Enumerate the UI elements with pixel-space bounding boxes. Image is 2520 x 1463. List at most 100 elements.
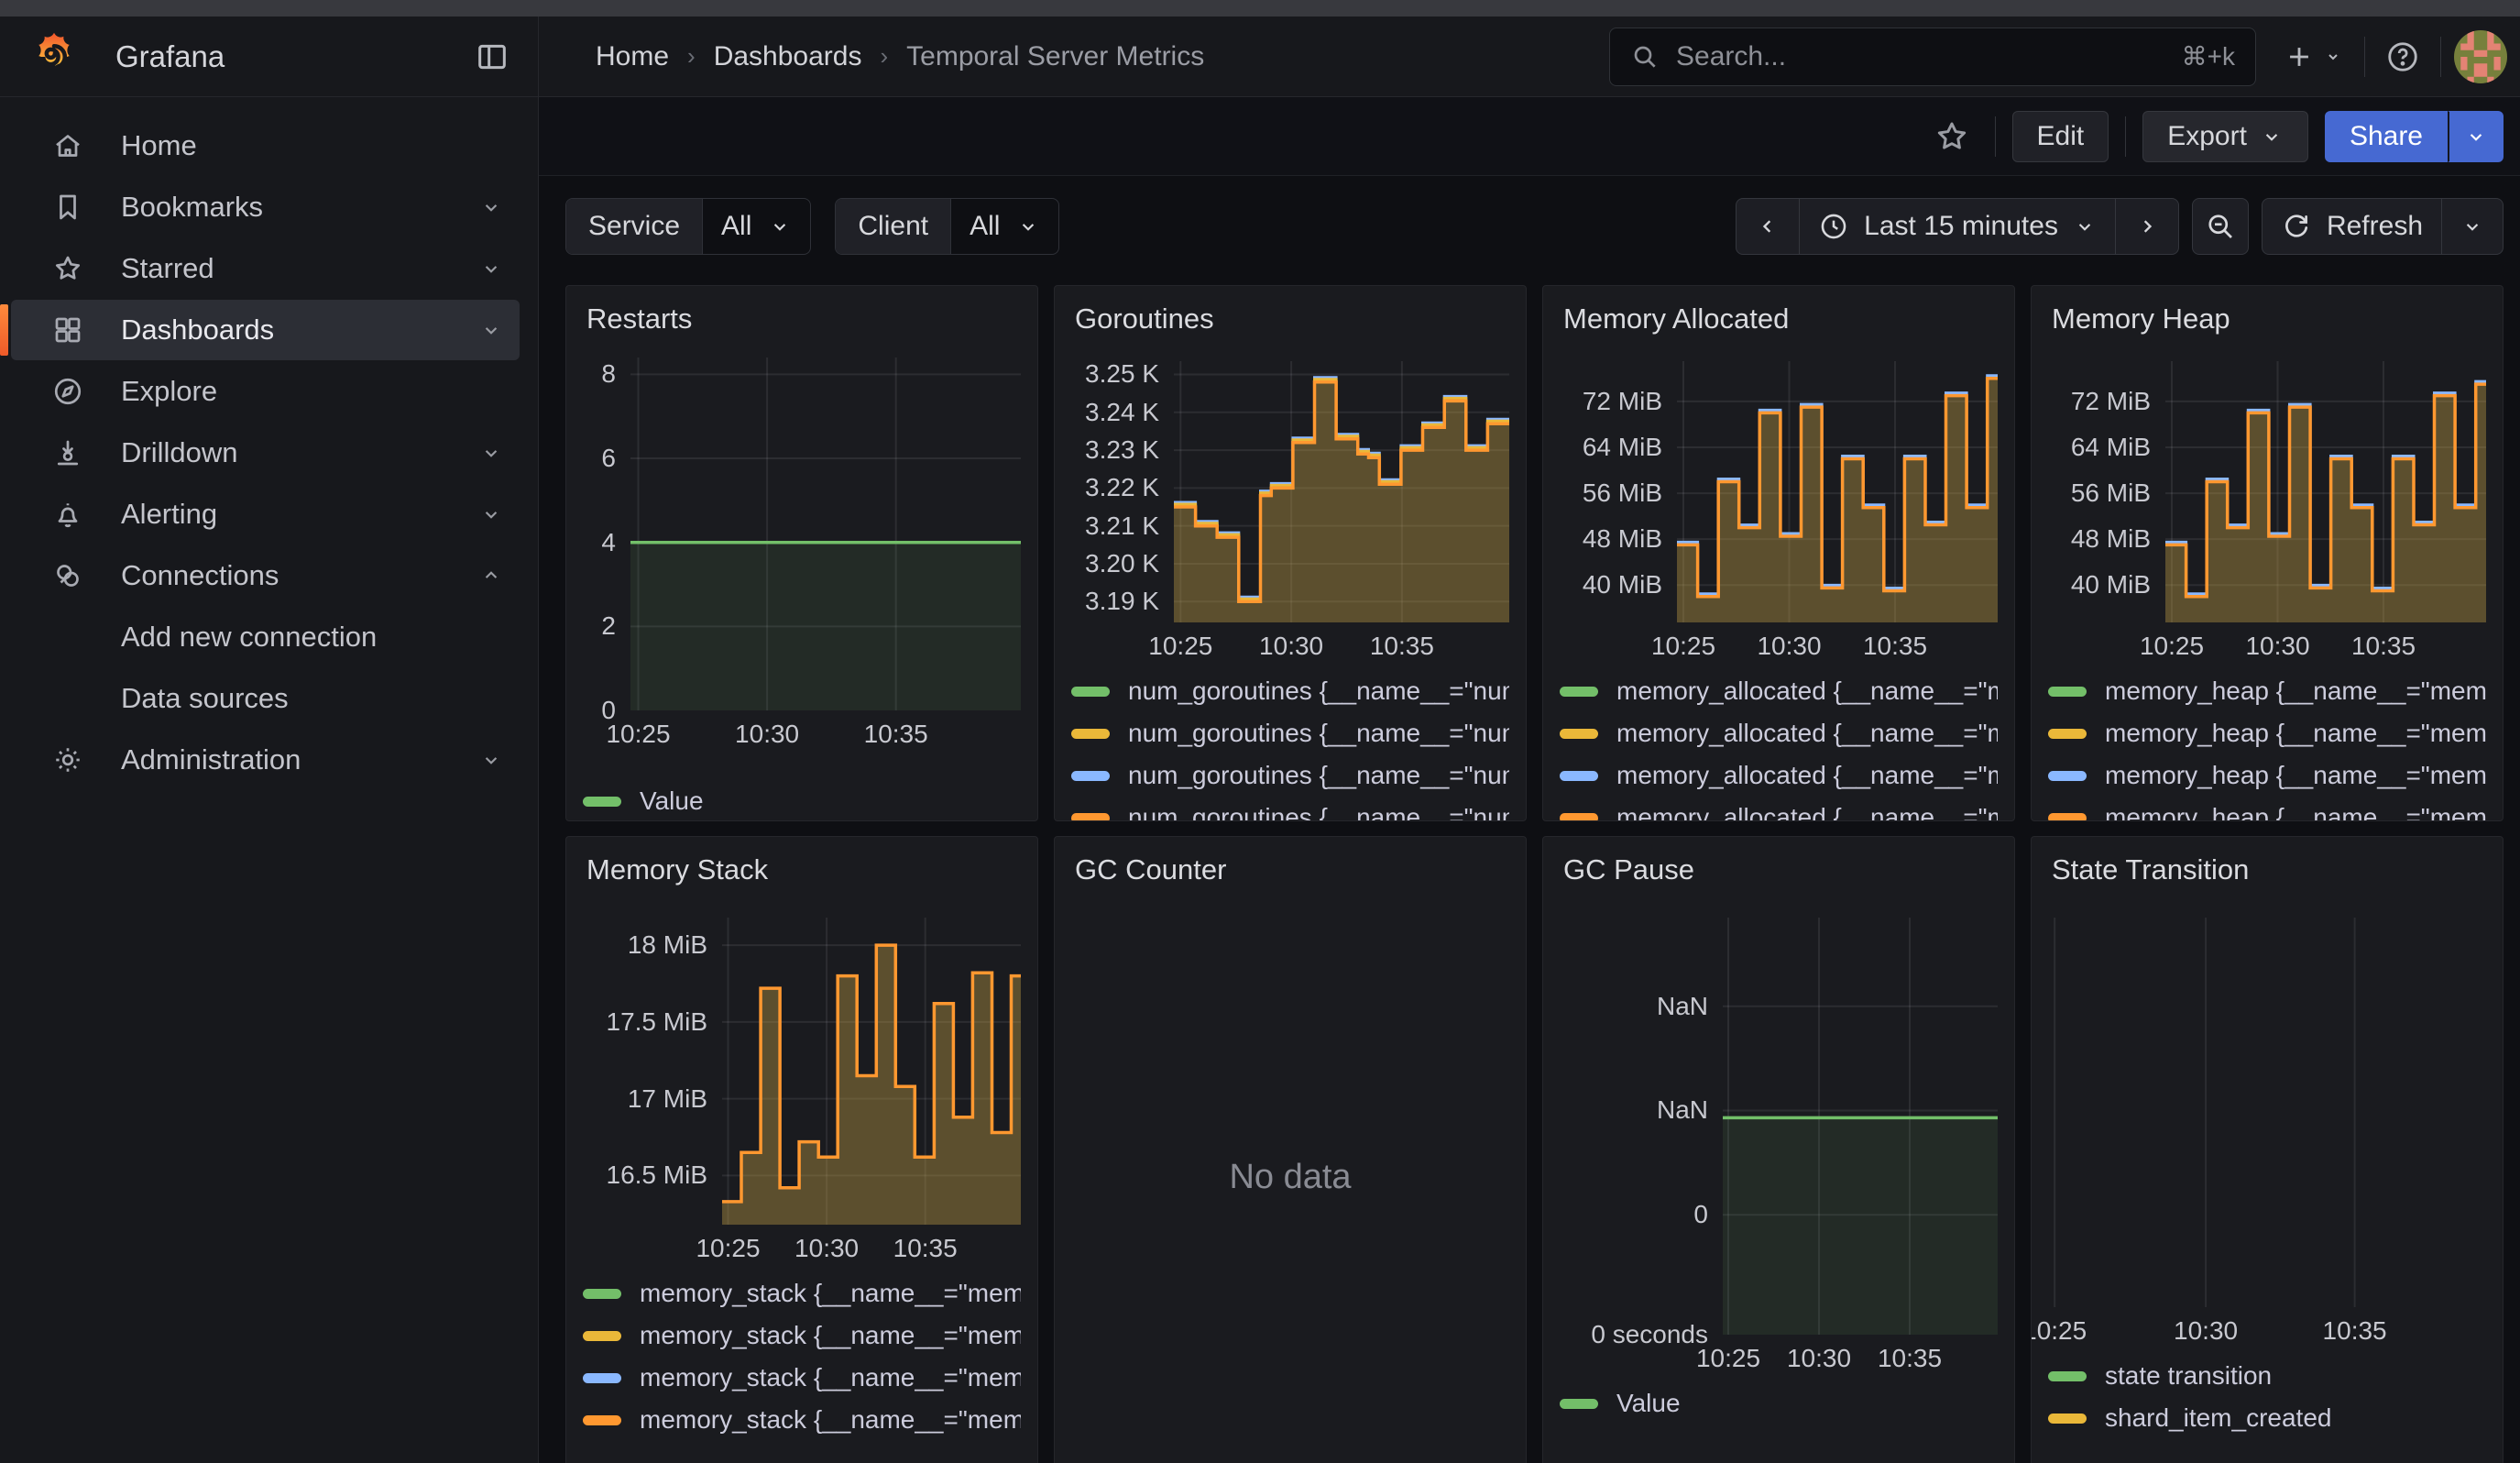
panel-title[interactable]: GC Pause xyxy=(1563,853,1998,892)
sidebar-item-explore[interactable]: Explore xyxy=(11,361,520,422)
panel-title[interactable]: Memory Heap xyxy=(2052,302,2486,336)
x-tick-label: 10:25 xyxy=(2031,1316,2087,1346)
add-new-button[interactable] xyxy=(2276,34,2351,80)
client-filter-value[interactable]: All xyxy=(950,199,1058,254)
panel-title[interactable]: Goroutines xyxy=(1075,302,1509,336)
legend-swatch xyxy=(1071,771,1110,781)
x-tick-label: 10:25 xyxy=(2140,632,2204,661)
legend-item[interactable]: state transition xyxy=(2048,1361,2486,1391)
panel-title[interactable]: Memory Allocated xyxy=(1563,302,1998,336)
window-top-strip xyxy=(0,0,2520,16)
service-filter-label: Service xyxy=(566,199,702,254)
legend-item[interactable]: memory_heap {__name__="memory_h xyxy=(2048,719,2486,748)
legend-item[interactable]: memory_allocated {__name__="memo xyxy=(1560,803,1998,821)
sidebar-item-alerting[interactable]: Alerting xyxy=(11,484,520,544)
time-range-picker[interactable]: Last 15 minutes xyxy=(1800,199,2116,254)
panel-title[interactable]: Memory Stack xyxy=(586,853,1021,892)
plot-area[interactable] xyxy=(1174,361,1509,622)
home-icon xyxy=(51,129,84,162)
panel-title[interactable]: GC Counter xyxy=(1075,853,1509,892)
legend-swatch xyxy=(583,797,621,807)
edit-button[interactable]: Edit xyxy=(2012,111,2109,162)
legend-label: memory_allocated {__name__="memo xyxy=(1616,719,1998,748)
help-button[interactable] xyxy=(2378,32,2427,82)
sidebar-toggle-icon xyxy=(474,38,510,75)
panel-goroutines: Goroutines 3.25 K3.24 K3.23 K3.22 K3.21 … xyxy=(1054,285,1527,821)
legend-item[interactable]: memory_allocated {__name__="memo xyxy=(1560,676,1998,706)
sidebar-item-data-sources[interactable]: Data sources xyxy=(11,668,520,729)
y-tick-label: 3.19 K xyxy=(1085,587,1159,616)
sidebar-item-administration[interactable]: Administration xyxy=(11,730,520,790)
legend-item[interactable]: num_goroutines {__name__="num_go xyxy=(1071,676,1509,706)
legend-item[interactable]: num_goroutines {__name__="num_go xyxy=(1071,803,1509,821)
share-dropdown-button[interactable] xyxy=(2448,111,2504,162)
divider xyxy=(2125,116,2126,157)
gc-pause-chart: NaNNaN00 seconds10:2510:3010:35 xyxy=(1560,918,1998,1376)
plot-area[interactable] xyxy=(2165,361,2486,622)
avatar[interactable] xyxy=(2454,30,2507,83)
legend-label: memory_heap {__name__="memory_h xyxy=(2105,761,2486,790)
y-tick-label: 6 xyxy=(601,444,616,473)
sidebar-item-starred[interactable]: Starred xyxy=(11,238,520,299)
plot-area[interactable] xyxy=(722,918,1021,1225)
plot-area[interactable] xyxy=(1723,918,1998,1335)
y-axis-labels: 72 MiB64 MiB56 MiB48 MiB40 MiB xyxy=(1560,361,1677,622)
sidebar-item-connections[interactable]: Connections xyxy=(11,545,520,606)
search-input[interactable] xyxy=(1674,40,2167,73)
panel-title[interactable]: State Transition xyxy=(2052,853,2486,892)
compass-icon xyxy=(51,375,84,408)
sidebar-item-drilldown[interactable]: Drilldown xyxy=(11,423,520,483)
refresh-button[interactable]: Refresh xyxy=(2263,199,2442,254)
sidebar-item-home[interactable]: Home xyxy=(11,116,520,176)
sidebar-toggle-button[interactable] xyxy=(466,31,518,82)
help-icon xyxy=(2385,39,2420,74)
legend-item[interactable]: memory_stack {__name__="memory_s xyxy=(583,1279,1021,1308)
plot-area[interactable] xyxy=(2048,918,2486,1307)
y-tick-label: 16.5 MiB xyxy=(607,1160,708,1190)
legend-label: memory_stack {__name__="memory_s xyxy=(640,1321,1021,1350)
grafana-logo-icon xyxy=(27,30,81,83)
legend-item[interactable]: num_goroutines {__name__="num_go xyxy=(1071,761,1509,790)
y-tick-label: 72 MiB xyxy=(2071,387,2151,416)
refresh-interval-button[interactable] xyxy=(2442,199,2503,254)
time-shift-back-button[interactable] xyxy=(1737,199,1800,254)
legend-item[interactable]: shard_item_created xyxy=(2048,1403,2486,1433)
legend-item[interactable]: Value xyxy=(1560,1389,1998,1418)
legend-item[interactable]: Value xyxy=(583,786,1021,816)
goroutines-chart: 3.25 K3.24 K3.23 K3.22 K3.21 K3.20 K3.19… xyxy=(1071,361,1509,664)
plot-area[interactable] xyxy=(1677,361,1998,622)
sidebar-item-add-new-connection[interactable]: Add new connection xyxy=(11,607,520,667)
chevron-down-icon xyxy=(479,318,503,342)
time-zoom-out-button[interactable] xyxy=(2192,198,2249,255)
breadcrumb-dashboards[interactable]: Dashboards xyxy=(714,41,862,72)
sidebar-item-label: Bookmarks xyxy=(121,191,263,224)
panel-title[interactable]: Restarts xyxy=(586,302,1021,336)
chevron-down-icon xyxy=(479,502,503,526)
x-tick-label: 10:30 xyxy=(1259,632,1323,661)
time-shift-forward-button[interactable] xyxy=(2116,199,2178,254)
legend-item[interactable]: memory_stack {__name__="memory_s xyxy=(583,1405,1021,1435)
service-filter[interactable]: Service All xyxy=(565,198,811,255)
sidebar-item-bookmarks[interactable]: Bookmarks xyxy=(11,177,520,237)
legend-item[interactable]: num_goroutines {__name__="num_go xyxy=(1071,719,1509,748)
legend-item[interactable]: memory_heap {__name__="memory_h xyxy=(2048,676,2486,706)
legend-item[interactable]: memory_heap {__name__="memory_h xyxy=(2048,761,2486,790)
legend-item[interactable]: memory_stack {__name__="memory_s xyxy=(583,1363,1021,1392)
legend-item[interactable]: memory_allocated {__name__="memo xyxy=(1560,719,1998,748)
breadcrumb-home[interactable]: Home xyxy=(596,41,669,72)
legend-item[interactable]: memory_heap {__name__="memory_h xyxy=(2048,803,2486,821)
share-button[interactable]: Share xyxy=(2325,111,2448,162)
top-nav: Grafana Home › Dashboards › Temporal Ser… xyxy=(0,16,2520,97)
service-filter-value[interactable]: All xyxy=(702,199,810,254)
plot-area[interactable] xyxy=(630,358,1021,710)
favorite-button[interactable] xyxy=(1925,110,1978,163)
search-box[interactable]: ⌘+k xyxy=(1609,28,2256,86)
y-tick-label: 2 xyxy=(601,611,616,641)
legend-item[interactable]: memory_stack {__name__="memory_s xyxy=(583,1321,1021,1350)
export-button[interactable]: Export xyxy=(2142,111,2308,162)
client-filter[interactable]: Client All xyxy=(835,198,1059,255)
legend-item[interactable]: memory_allocated {__name__="memo xyxy=(1560,761,1998,790)
legend-swatch xyxy=(583,1415,621,1425)
sidebar-item-dashboards[interactable]: Dashboards xyxy=(11,300,520,360)
x-tick-label: 10:25 xyxy=(1696,1344,1760,1373)
